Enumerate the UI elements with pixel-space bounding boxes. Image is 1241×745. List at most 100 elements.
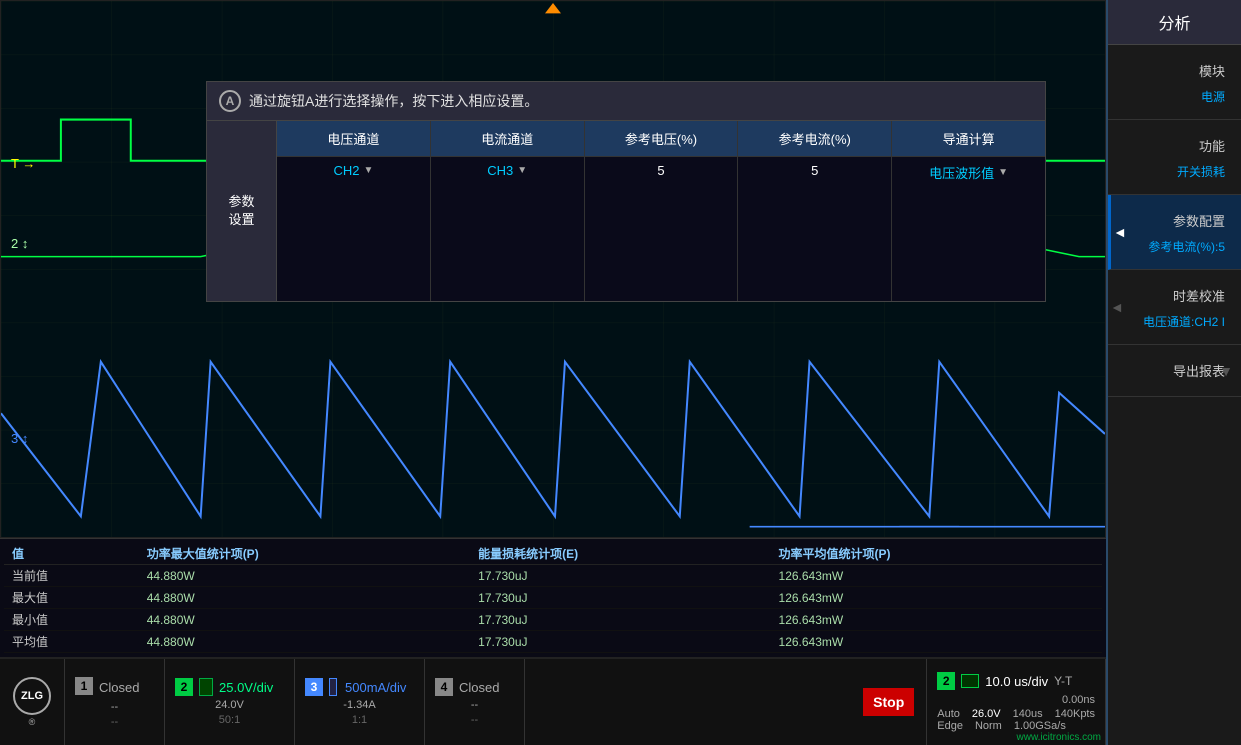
row-label-1: 最大值	[4, 587, 139, 609]
ch2-indicator-box	[199, 678, 213, 696]
sidebar-item-time-cal[interactable]: ◄ 时差校准 电压通道:CH2 I	[1108, 270, 1241, 345]
ch1-label: Closed	[99, 680, 139, 695]
stop-button[interactable]: Stop	[863, 688, 914, 716]
sidebar-title: 分析	[1108, 0, 1241, 45]
norm-label: Norm	[975, 720, 1002, 732]
col-header-p-max: 功率最大值统计项(P)	[139, 543, 470, 565]
col-value-ref-current: 5	[738, 157, 891, 184]
dialog-col-current: 电流通道 CH3 ▼	[431, 121, 585, 301]
dialog-col-ref-voltage: 参考电压(%) 5	[585, 121, 739, 301]
sidebar-function-title: 功能	[1128, 128, 1233, 163]
ch2-bottom: 50:1	[175, 714, 284, 726]
logo: ZLG ®	[13, 677, 51, 727]
sample-rate: 1.00GSa/s	[1014, 720, 1066, 732]
ch3-indicator	[329, 678, 337, 696]
col-header-p-avg: 功率平均值统计项(P)	[771, 543, 1102, 565]
right-sidebar: 分析 模块 电源 功能 开关损耗 ◄ 参数配置 参考电流(%):5 ◄ 时差校准…	[1106, 0, 1241, 745]
dropdown-arrow-current: ▼	[517, 165, 527, 176]
dialog-col-conduction: 导通计算 电压波形值 ▼	[892, 121, 1045, 301]
table-row: 最小值 44.880W 17.730uJ 126.643mW	[4, 609, 1102, 631]
ch3-badge: 3	[305, 678, 323, 696]
memory-depth: 140Kpts	[1055, 708, 1095, 720]
sidebar-module-subtitle: 电源	[1128, 88, 1233, 111]
row-energy-0: 17.730uJ	[470, 565, 770, 587]
ch2-mid: 24.0V	[175, 699, 284, 711]
active-arrow-icon: ◄	[1113, 224, 1127, 240]
dialog-col-voltage: 电压通道 CH2 ▼	[277, 121, 431, 301]
timebase-row3: Edge Norm 1.00GSa/s	[937, 720, 1095, 732]
ch3-bottom: 1:1	[305, 714, 414, 726]
watermark: www.icitronics.com	[1017, 732, 1101, 743]
time-cal-arrow-icon: ◄	[1110, 299, 1124, 315]
row-pmax-1: 44.880W	[139, 587, 470, 609]
trigger-level: 26.0V	[972, 708, 1001, 720]
logo-registered: ®	[13, 717, 51, 727]
ch4-label: Closed	[459, 680, 499, 695]
row-pmax-2: 44.880W	[139, 609, 470, 631]
ch3-divider: 500mA/div	[345, 680, 406, 695]
col-value-ref-voltage: 5	[585, 157, 738, 184]
col-value-conduction[interactable]: 电压波形值 ▼	[892, 157, 1045, 188]
dialog-header: A 通过旋钮A进行选择操作，按下进入相应设置。	[207, 82, 1045, 121]
ch2-mini-badge: 2	[937, 672, 955, 690]
sidebar-time-cal-subtitle: 电压通道:CH2 I	[1128, 313, 1233, 336]
dialog-col-ref-current: 参考电流(%) 5	[738, 121, 892, 301]
col-header-ref-current: 参考电流(%)	[738, 121, 891, 157]
row-pavg-3: 126.643mW	[771, 631, 1102, 653]
overlay-dialog: A 通过旋钮A进行选择操作，按下进入相应设置。 参数设置 电压通道 CH2 ▼	[206, 81, 1046, 302]
table-row: 当前值 44.880W 17.730uJ 126.643mW	[4, 565, 1102, 587]
dialog-icon: A	[219, 90, 241, 112]
col-header-label: 值	[4, 543, 139, 565]
row-pavg-0: 126.643mW	[771, 565, 1102, 587]
timebase-value: 10.0 us/div	[985, 674, 1048, 689]
col-value-current[interactable]: CH3 ▼	[431, 157, 584, 184]
table-row: 平均值 44.880W 17.730uJ 126.643mW	[4, 631, 1102, 653]
ch2-indicator	[199, 678, 213, 696]
trigger-time: 140us	[1013, 708, 1043, 720]
col-header-voltage: 电压通道	[277, 121, 430, 157]
col-value-voltage[interactable]: CH2 ▼	[277, 157, 430, 184]
ch2-mini-indicator	[961, 674, 979, 688]
col-header-ref-voltage: 参考电压(%)	[585, 121, 738, 157]
ch4-mid: --	[435, 699, 514, 711]
logo-circle: ZLG	[13, 677, 51, 715]
ch-t-label: T →	[11, 156, 35, 171]
sidebar-module-title: 模块	[1128, 53, 1233, 88]
row-label-0: 当前值	[4, 565, 139, 587]
waveform-display: T → 2 ↕ 3 ↕ A 通过旋钮A进行选择操作，按下进入相应设置。 参数设置…	[0, 0, 1106, 538]
row-pavg-2: 126.643mW	[771, 609, 1102, 631]
sidebar-item-module[interactable]: 模块 电源	[1108, 45, 1241, 120]
dropdown-arrow-conduction: ▼	[998, 167, 1008, 178]
timebase-row2: Auto 26.0V 140us 140Kpts	[937, 708, 1095, 720]
trigger-auto: Auto	[937, 708, 960, 720]
col-header-conduction: 导通计算	[892, 121, 1045, 157]
col-header-current: 电流通道	[431, 121, 584, 157]
timebase-row1: 2 10.0 us/div Y-T	[937, 672, 1095, 690]
ch1-block: 1 Closed -- --	[65, 659, 165, 745]
sidebar-param-title: 参数配置	[1131, 203, 1233, 238]
sidebar-item-function[interactable]: 功能 开关损耗	[1108, 120, 1241, 195]
ch1-badge: 1	[75, 677, 93, 695]
col-header-energy: 能量损耗统计项(E)	[470, 543, 770, 565]
stop-section: Stop	[851, 659, 927, 745]
export-arrow-icon: ▼	[1219, 363, 1233, 379]
row-energy-1: 17.730uJ	[470, 587, 770, 609]
trigger-mode: Edge	[937, 720, 963, 732]
ch2-block: 2 25.0V/div 24.0V 50:1	[165, 659, 295, 745]
ch2-top: 2 25.0V/div	[175, 678, 284, 696]
ch3-mid: -1.34A	[305, 699, 414, 711]
row-energy-2: 17.730uJ	[470, 609, 770, 631]
ch1-mid: --	[75, 701, 154, 713]
ch4-badge: 4	[435, 678, 453, 696]
delay-value: 0.00ns	[937, 694, 1095, 706]
sidebar-item-param-config[interactable]: ◄ 参数配置 参考电流(%):5	[1108, 195, 1241, 270]
data-table: 值 功率最大值统计项(P) 能量损耗统计项(E) 功率平均值统计项(P) 当前值…	[0, 538, 1106, 657]
ch4-top: 4 Closed	[435, 678, 514, 696]
ch3-block: 3 500mA/div -1.34A 1:1	[295, 659, 425, 745]
ch2-badge: 2	[175, 678, 193, 696]
param-settings-label: 参数设置	[207, 121, 277, 301]
sidebar-function-subtitle: 开关损耗	[1128, 163, 1233, 186]
sidebar-time-cal-title: 时差校准	[1128, 278, 1233, 313]
ch4-block: 4 Closed -- --	[425, 659, 525, 745]
sidebar-item-export[interactable]: 导出报表 ▼	[1108, 345, 1241, 397]
